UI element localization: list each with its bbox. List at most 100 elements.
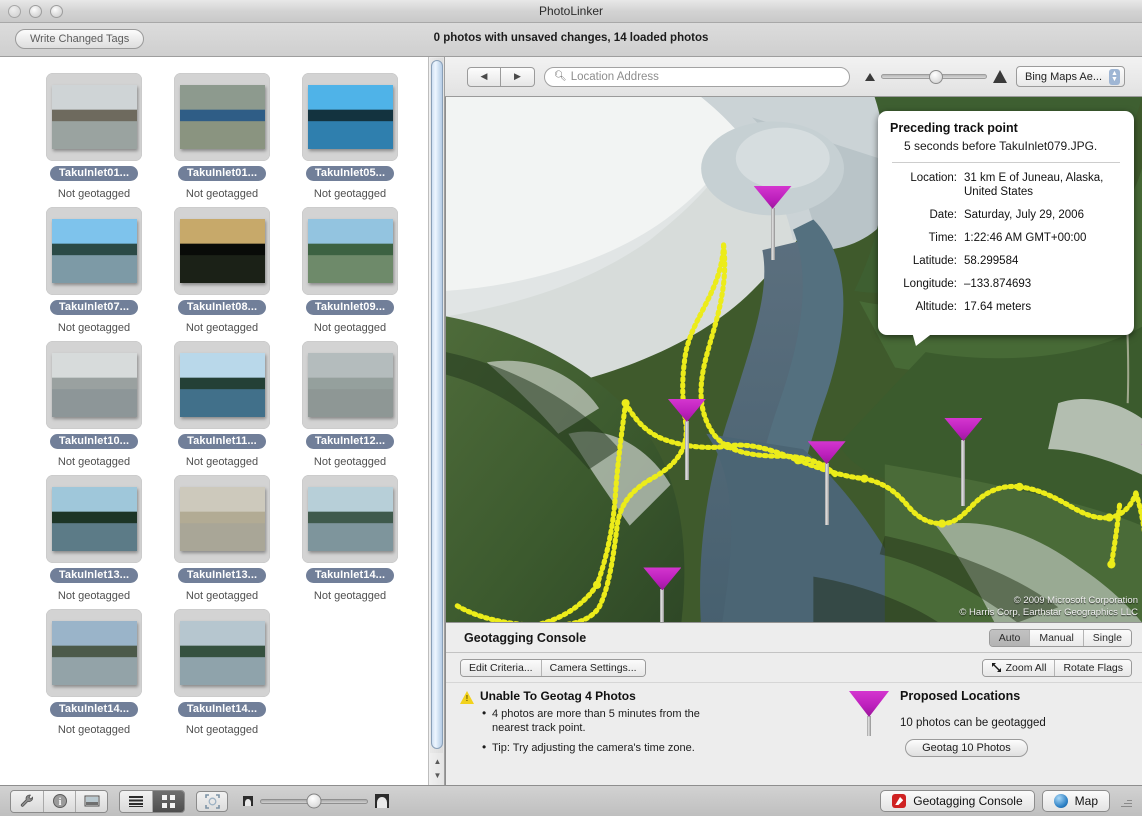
thumbnail-frame[interactable] (302, 73, 398, 161)
photo-thumbnail[interactable] (52, 487, 137, 551)
photo-cell[interactable]: TakuInlet12...Not geotagged (286, 337, 414, 468)
camera-settings-button[interactable]: Camera Settings... (541, 660, 645, 676)
thumbnail-frame[interactable] (174, 609, 270, 697)
photo-location-flag[interactable] (668, 399, 706, 480)
resize-grip-icon[interactable] (1119, 795, 1132, 808)
console-mode-segmented-control[interactable]: AutoManualSingle (989, 629, 1132, 647)
zoom-slider-knob[interactable] (929, 70, 943, 84)
console-mode-auto[interactable]: Auto (990, 630, 1030, 646)
thumbnail-frame[interactable] (174, 73, 270, 161)
photo-filename-label[interactable]: TakuInlet05... (306, 166, 394, 181)
photo-browser-scrollbar[interactable]: ▲ ▼ (428, 57, 445, 785)
map-back-button[interactable]: ◀ (467, 67, 501, 87)
photo-cell[interactable]: TakuInlet13...Not geotagged (158, 471, 286, 602)
size-slider-knob[interactable] (307, 794, 322, 809)
photo-filename-label[interactable]: TakuInlet10... (50, 434, 138, 449)
zoom-slider-track[interactable] (881, 74, 987, 79)
thumbnail-frame[interactable] (46, 609, 142, 697)
edit-criteria-button[interactable]: Edit Criteria... (461, 660, 541, 676)
photo-filename-label[interactable]: TakuInlet12... (306, 434, 394, 449)
photo-filename-label[interactable]: TakuInlet14... (178, 702, 266, 717)
zoom-out-triangle-icon[interactable] (865, 73, 875, 81)
photo-cell[interactable]: TakuInlet14...Not geotagged (158, 605, 286, 736)
chevron-updown-icon[interactable]: ▲▼ (1109, 69, 1120, 85)
photo-filename-label[interactable]: TakuInlet11... (178, 434, 266, 449)
photo-thumbnail[interactable] (308, 85, 393, 149)
photo-filename-label[interactable]: TakuInlet13... (50, 568, 138, 583)
photo-thumbnail[interactable] (180, 353, 265, 417)
location-search-field[interactable]: 🔍︎ (544, 67, 850, 87)
wrench-icon[interactable] (11, 791, 43, 812)
photo-filename-label[interactable]: TakuInlet01... (178, 166, 266, 181)
map-type-popup[interactable]: Bing Maps Ae... ▲▼ (1016, 66, 1125, 87)
thumbnail-frame[interactable] (46, 475, 142, 563)
photo-thumbnail[interactable] (180, 621, 265, 685)
photo-filename-label[interactable]: TakuInlet08... (178, 300, 266, 315)
photo-filename-label[interactable]: TakuInlet01... (50, 166, 138, 181)
info-icon[interactable]: i (43, 791, 75, 812)
map-forward-button[interactable]: ▶ (501, 67, 535, 87)
photo-cell[interactable]: TakuInlet01...Not geotagged (30, 69, 158, 200)
list-view-icon[interactable] (120, 791, 152, 812)
photo-cell[interactable]: TakuInlet07...Not geotagged (30, 203, 158, 334)
photo-cell[interactable]: TakuInlet10...Not geotagged (30, 337, 158, 468)
photo-thumbnail[interactable] (308, 487, 393, 551)
photo-filename-label[interactable]: TakuInlet13... (178, 568, 266, 583)
scroll-down-arrow-icon[interactable]: ▼ (431, 769, 444, 782)
photo-cell[interactable]: TakuInlet05...Not geotagged (286, 69, 414, 200)
photo-location-flag[interactable] (808, 441, 846, 525)
photo-thumbnail[interactable] (308, 219, 393, 283)
photo-thumbnail[interactable] (308, 353, 393, 417)
photo-location-flag[interactable] (754, 186, 792, 260)
photo-location-flag[interactable] (643, 567, 681, 622)
thumbnail-frame[interactable] (174, 341, 270, 429)
image-icon[interactable] (75, 791, 107, 812)
thumbnail-frame[interactable] (302, 207, 398, 295)
rotate-flags-button[interactable]: Rotate Flags (1054, 660, 1131, 676)
console-mode-single[interactable]: Single (1083, 630, 1131, 646)
photo-cell[interactable]: TakuInlet11...Not geotagged (158, 337, 286, 468)
photo-thumbnail[interactable] (52, 85, 137, 149)
search-input[interactable] (571, 71, 840, 83)
photo-cell[interactable]: TakuInlet08...Not geotagged (158, 203, 286, 334)
photo-filename-label[interactable]: TakuInlet14... (306, 568, 394, 583)
thumbnail-frame[interactable] (46, 73, 142, 161)
geotag-photos-button[interactable]: Geotag 10 Photos (905, 739, 1028, 757)
map-zoom-slider[interactable] (865, 70, 1007, 83)
console-mode-manual[interactable]: Manual (1029, 630, 1082, 646)
scroll-up-arrow-icon[interactable]: ▲ (431, 755, 444, 768)
photo-cell[interactable]: TakuInlet01...Not geotagged (158, 69, 286, 200)
photo-thumbnail[interactable] (52, 353, 137, 417)
thumbnail-frame[interactable] (174, 207, 270, 295)
thumbnail-frame[interactable] (302, 341, 398, 429)
zoom-in-triangle-icon[interactable] (993, 70, 1007, 83)
photo-thumbnail[interactable] (180, 487, 265, 551)
size-slider-track[interactable] (260, 799, 368, 804)
thumbnail-frame[interactable] (302, 475, 398, 563)
photo-browser[interactable]: TakuInlet01...Not geotaggedTakuInlet01..… (0, 57, 428, 785)
photo-cell[interactable]: TakuInlet14...Not geotagged (286, 471, 414, 602)
geotagging-console-button[interactable]: Geotagging Console (880, 790, 1034, 812)
thumbnail-frame[interactable] (46, 207, 142, 295)
photo-cell[interactable]: TakuInlet14...Not geotagged (30, 605, 158, 736)
scrollbar-thumb[interactable] (431, 60, 443, 749)
photo-cell[interactable]: TakuInlet09...Not geotagged (286, 203, 414, 334)
photo-filename-label[interactable]: TakuInlet09... (306, 300, 394, 315)
photo-location-flag[interactable] (944, 418, 982, 506)
photo-thumbnail[interactable] (180, 85, 265, 149)
map-view[interactable]: Preceding track point 5 seconds before T… (445, 97, 1142, 622)
photo-thumbnail[interactable] (180, 219, 265, 283)
thumbnail-frame[interactable] (174, 475, 270, 563)
thumbnail-frame[interactable] (46, 341, 142, 429)
crop-frame-icon[interactable] (196, 791, 228, 812)
photo-cell[interactable]: TakuInlet13...Not geotagged (30, 471, 158, 602)
photo-filename-label[interactable]: TakuInlet14... (50, 702, 138, 717)
zoom-all-button[interactable]: Zoom All (983, 660, 1055, 676)
photo-thumbnail[interactable] (52, 621, 137, 685)
thumbnail-size-slider[interactable] (243, 794, 389, 808)
callout-field-value: Saturday, July 29, 2006 (964, 208, 1122, 222)
map-button[interactable]: Map (1042, 790, 1110, 812)
grid-view-icon[interactable] (152, 791, 184, 812)
photo-thumbnail[interactable] (52, 219, 137, 283)
photo-filename-label[interactable]: TakuInlet07... (50, 300, 138, 315)
